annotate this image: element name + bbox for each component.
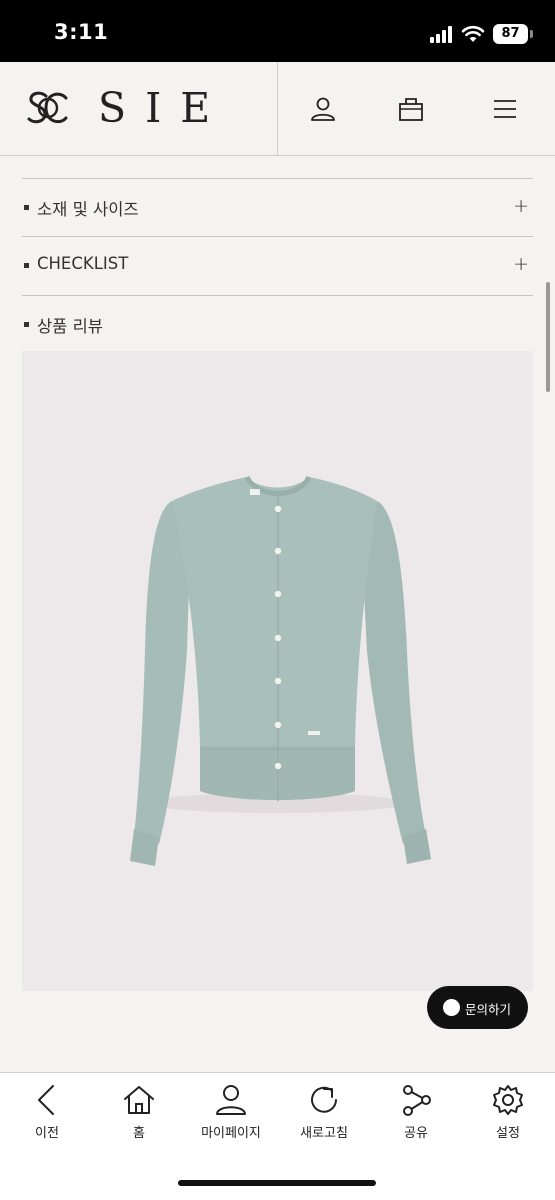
nav-label: 공유 <box>404 1126 428 1141</box>
brand-wordmark[interactable]: SIE <box>98 84 229 132</box>
nav-settings[interactable]: 설정 <box>463 1083 553 1153</box>
gear-icon <box>493 1085 523 1115</box>
battery-tip <box>530 30 533 38</box>
inquiry-label: 문의하기 <box>465 1002 512 1017</box>
expand-icon[interactable]: + <box>513 195 529 217</box>
bullet <box>24 205 29 210</box>
nav-label: 이전 <box>35 1126 59 1141</box>
product-detail-content: 소재 및 사이즈 + CHECKLIST + 상품 리뷰 문의하기 <box>0 156 555 1072</box>
wifi-icon <box>461 25 485 42</box>
scrollbar[interactable] <box>546 282 550 392</box>
home-indicator[interactable] <box>178 1180 376 1186</box>
shopping-bag-icon[interactable] <box>396 94 426 124</box>
expand-icon[interactable]: + <box>513 253 529 275</box>
back-icon <box>38 1085 54 1115</box>
nav-label: 새로고침 <box>300 1126 348 1141</box>
accordion-checklist[interactable]: CHECKLIST + <box>22 236 533 294</box>
review-heading: 상품 리뷰 <box>37 317 103 336</box>
refresh-icon <box>311 1086 337 1113</box>
status-bar: 3:11 87 <box>0 0 555 62</box>
accordion-label: 소재 및 사이즈 <box>37 200 139 219</box>
site-header: SIE <box>0 62 555 156</box>
brand-logo-icon[interactable] <box>26 88 70 128</box>
account-icon[interactable] <box>308 94 338 124</box>
cellular-signal-icon <box>430 26 454 43</box>
nav-label: 마이페이지 <box>201 1126 261 1141</box>
nav-refresh[interactable]: 새로고침 <box>279 1083 369 1153</box>
brand-logo-icon <box>443 999 460 1016</box>
bullet <box>24 263 29 268</box>
home-icon <box>124 1086 154 1114</box>
battery-icon: 87 <box>493 24 528 44</box>
nav-back[interactable]: 이전 <box>2 1083 92 1153</box>
nav-label: 홈 <box>133 1126 145 1141</box>
bullet <box>24 322 29 327</box>
user-icon <box>216 1085 246 1115</box>
cardigan-illustration <box>130 475 431 866</box>
nav-mypage[interactable]: 마이페이지 <box>186 1083 276 1153</box>
accordion-label: CHECKLIST <box>37 254 129 273</box>
section-product-review: 상품 리뷰 <box>22 295 533 345</box>
inquiry-button[interactable]: 문의하기 <box>427 986 528 1029</box>
menu-icon[interactable] <box>490 94 520 124</box>
header-divider <box>277 62 278 156</box>
nav-label: 설정 <box>496 1126 520 1141</box>
nav-share[interactable]: 공유 <box>371 1083 461 1153</box>
share-icon <box>403 1085 431 1116</box>
nav-home[interactable]: 홈 <box>94 1083 184 1153</box>
accordion-material-size[interactable]: 소재 및 사이즈 + <box>22 178 533 236</box>
product-photo <box>22 351 533 991</box>
status-time: 3:11 <box>54 20 109 44</box>
